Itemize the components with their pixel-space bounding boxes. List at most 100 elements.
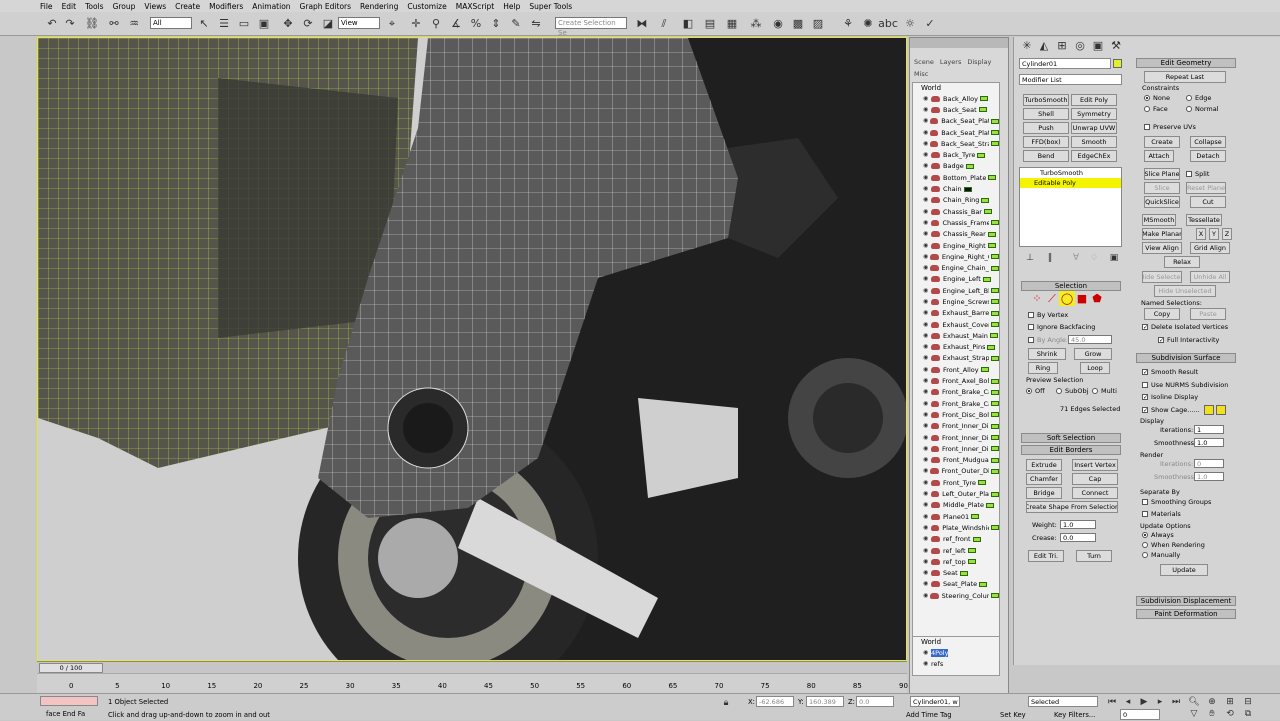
scene-explorer-titlebar[interactable] (910, 38, 1008, 48)
visibility-eye-icon[interactable]: ◉ (923, 208, 931, 215)
scene-tree-item[interactable]: ◉ Front_Disc_Bolt (913, 409, 999, 420)
tab-display[interactable]: Display (967, 58, 991, 66)
ref-coord-dropdown[interactable]: View (338, 17, 380, 29)
visibility-eye-icon[interactable]: ◉ (923, 118, 930, 124)
edit-poly-button[interactable]: Edit Poly (1071, 94, 1117, 106)
show-end-result-icon[interactable]: ‖ (1042, 250, 1058, 265)
visibility-eye-icon[interactable]: ◉ (923, 152, 931, 158)
maxscript-mini-listener[interactable]: face End Fa (46, 710, 85, 718)
scene-tree-item[interactable]: ◉ ref_top (913, 556, 999, 567)
key-mode-dropdown[interactable]: Selected (1028, 696, 1098, 707)
menu-rendering[interactable]: Rendering (360, 2, 398, 11)
visibility-eye-icon[interactable]: ◉ (923, 479, 931, 486)
preview-off-radio[interactable]: Off (1026, 387, 1045, 395)
edit-borders-rollout[interactable]: Edit Borders (1021, 445, 1121, 455)
update-button[interactable]: Update (1160, 564, 1208, 576)
visibility-eye-icon[interactable]: ◉ (923, 468, 930, 474)
scene-tree-item[interactable]: ◉ Engine_Right_C (913, 251, 999, 262)
scene-tree-item[interactable]: ◉ Front_Inner_Dis (913, 443, 999, 454)
scene-tree-item[interactable]: ◉ Front_Inner_Dis (913, 432, 999, 443)
scene-tree-item[interactable]: ◉ Engine_Left_Bl (913, 285, 999, 296)
visibility-eye-icon[interactable]: ◉ (923, 513, 931, 520)
modifier-list-dropdown[interactable]: Modifier List (1019, 74, 1122, 85)
chamfer-button[interactable]: Chamfer (1026, 473, 1062, 485)
paste-button[interactable]: Paste (1190, 308, 1226, 320)
bind-spacewarp-icon[interactable]: ♒ (126, 16, 142, 31)
scene-tree-item[interactable]: ◉ Engine_Chain_C (913, 262, 999, 273)
split-check[interactable]: Split (1186, 170, 1209, 178)
render-setup-icon[interactable]: ▩ (790, 16, 806, 31)
scene-tree-item[interactable]: ◉ Seat (913, 567, 999, 578)
show-cage-check[interactable]: ✓ Show Cage...... (1142, 406, 1200, 414)
quickslice-button[interactable]: QuickSlice (1144, 196, 1180, 208)
scene-tree-item[interactable]: ◉ Front_Tyre (913, 477, 999, 488)
visibility-eye-icon[interactable]: ◉ (923, 366, 931, 373)
utilities-tab-icon[interactable]: ⚒ (1108, 38, 1124, 53)
element-icon[interactable]: ⬟ (1089, 291, 1105, 306)
ring-button[interactable]: Ring (1028, 362, 1058, 374)
menu-customize[interactable]: Customize (407, 2, 446, 11)
visibility-eye-icon[interactable]: ◉ (923, 140, 930, 147)
redo-icon[interactable]: ↷ (62, 16, 78, 31)
turn-button[interactable]: Turn (1076, 550, 1112, 562)
rendered-frame-icon[interactable]: ▨ (810, 16, 826, 31)
crease-spinner[interactable]: 0.0 (1060, 533, 1096, 542)
cut-button[interactable]: Cut (1190, 196, 1226, 208)
constraint-normal-radio[interactable]: Normal (1186, 105, 1219, 113)
paint-deformation-rollout[interactable]: Paint Deformation (1136, 609, 1236, 619)
scene-tree-item[interactable]: ◉ Bottom_Plate (913, 172, 999, 183)
scene-tree-item[interactable]: ◉ Exhaust_Pins (913, 342, 999, 353)
unhide-all-button[interactable]: Unhide All (1190, 271, 1230, 283)
planar-x-button[interactable]: X (1196, 228, 1206, 240)
scene-tree-item[interactable]: ◉ Chassis_Bar (913, 206, 999, 217)
configure-sets-icon[interactable]: ▣ (1106, 250, 1122, 265)
scene-tree-item[interactable]: ◉ Engine_Left (913, 274, 999, 285)
scene-tree-item[interactable]: ◉ Back_Seat (913, 104, 999, 115)
visibility-eye-icon[interactable]: ◉ (923, 581, 931, 587)
edge-icon[interactable]: ⟋ (1044, 291, 1060, 306)
weight-spinner[interactable]: 1.0 (1060, 520, 1096, 529)
vertex-icon[interactable]: ⁘ (1029, 291, 1045, 306)
stack-item-turbosmooth[interactable]: TurboSmooth (1020, 168, 1121, 178)
set-key-label[interactable]: Set Key (1000, 711, 1026, 719)
scene-tree-item[interactable]: ◉ Badge (913, 161, 999, 172)
ignore-backfacing-check[interactable]: Ignore Backfacing (1028, 323, 1095, 331)
scene-tree-item[interactable]: ◉ Front_Mudgua (913, 455, 999, 466)
scene-tree-item[interactable]: ◉ Front_Brake_Ca (913, 387, 999, 398)
pin-stack-icon[interactable]: ⊥ (1022, 250, 1038, 265)
use-nurms-check[interactable]: Use NURMS Subdivision (1142, 381, 1228, 389)
mirror-tool-icon[interactable]: ⧓ (634, 16, 650, 31)
goto-end-icon[interactable]: ⏭︎ (1168, 694, 1184, 709)
scene-tree-item[interactable]: ◉ Chassis_Rear (913, 229, 999, 240)
scene-tree-item[interactable]: ◉ Exhaust_Cover (913, 319, 999, 330)
preserve-uvs-check[interactable]: Preserve UVs (1144, 123, 1196, 131)
track-bar[interactable]: 0 5 10 15 20 25 30 35 40 45 50 55 60 65 70 75 80 85 90 (37, 673, 908, 693)
scene-tree-item[interactable]: ◉ Back_Seat_Strap (913, 138, 999, 149)
delete-isolated-check[interactable]: ✓ Delete Isolated Vertices (1142, 323, 1228, 331)
spinner-snap-icon[interactable]: ⇕ (488, 16, 504, 31)
soft-selection-rollout[interactable]: Soft Selection (1021, 433, 1121, 443)
unlink-icon[interactable]: ⚯ (106, 16, 122, 31)
visibility-eye-icon[interactable]: ◉ (923, 298, 931, 305)
iterations-spinner[interactable]: 1 (1194, 425, 1224, 434)
visibility-eye-icon[interactable]: ◉ (923, 332, 931, 339)
mirror-icon[interactable]: ⇋ (528, 16, 544, 31)
hide-unselected-button[interactable]: Hide Unselected (1154, 285, 1216, 297)
create-shape-button[interactable]: Create Shape From Selection (1026, 501, 1118, 513)
bridge-button[interactable]: Bridge (1026, 487, 1062, 499)
smoothness-spinner[interactable]: 1.0 (1194, 438, 1224, 447)
scene-tree-item[interactable]: ◉ Plate_Windshie (913, 522, 999, 533)
motion-tab-icon[interactable]: ◎ (1072, 38, 1088, 53)
ffd-box-button[interactable]: FFD(box) (1023, 136, 1069, 148)
bend-button[interactable]: Bend (1023, 150, 1069, 162)
grow-button[interactable]: Grow (1074, 348, 1112, 360)
update-when-rendering-radio[interactable]: When Rendering (1142, 541, 1205, 549)
plugin-b-icon[interactable]: ✺ (860, 16, 876, 31)
scene-tree-item[interactable]: ◉ Exhaust_Barrel (913, 308, 999, 319)
subdivision-surface-rollout[interactable]: Subdivision Surface (1136, 353, 1236, 363)
by-angle-check[interactable]: By Angle: (1028, 336, 1068, 344)
visibility-eye-icon[interactable]: ◉ (923, 310, 931, 316)
scene-tree-item[interactable]: ◉ Middle_Plate (913, 500, 999, 511)
scale-icon[interactable]: ◪ (320, 16, 336, 31)
menu-maxscript[interactable]: MAXScript (456, 2, 495, 11)
